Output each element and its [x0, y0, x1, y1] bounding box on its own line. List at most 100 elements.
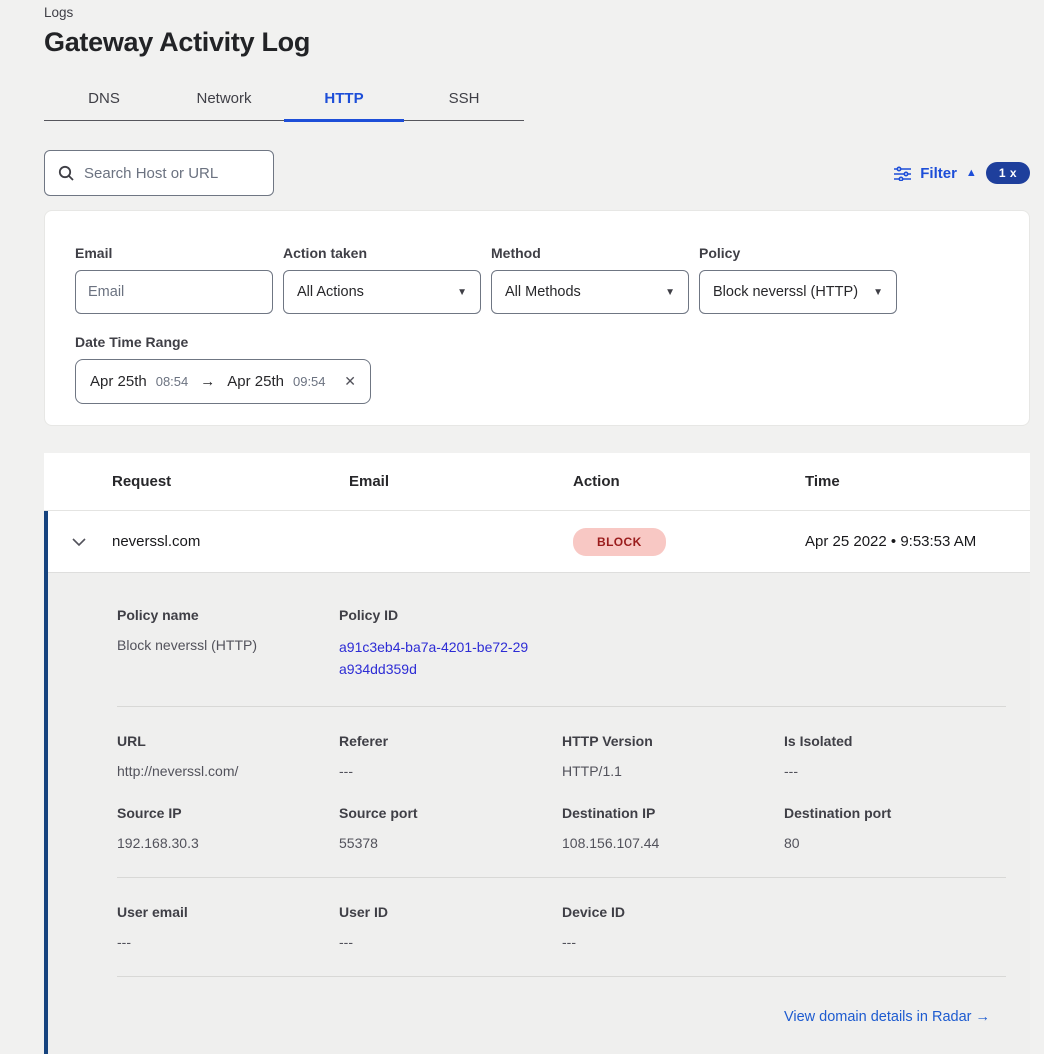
search-icon — [57, 164, 75, 182]
policy-filter-field: Policy Block neverssl (HTTP) ▼ — [699, 245, 897, 314]
expanded-row-group: neverssl.com BLOCK Apr 25 2022 • 9:53:53… — [44, 511, 1030, 1054]
policy-filter-select[interactable]: Block neverssl (HTTP) ▼ — [699, 270, 897, 314]
destination-ip-label: Destination IP — [562, 805, 784, 821]
source-ip-field: Source IP 192.168.30.3 — [117, 805, 339, 877]
filter-sliders-icon — [894, 166, 911, 181]
user-section: User email --- User ID --- Device ID --- — [48, 878, 1030, 976]
tab-network[interactable]: Network — [164, 80, 284, 120]
policy-section: Policy name Block neverssl (HTTP) Policy… — [48, 607, 1030, 706]
breadcrumb[interactable]: Logs — [44, 0, 1030, 20]
policy-name-label: Policy name — [117, 607, 339, 623]
source-port-value: 55378 — [339, 835, 562, 851]
method-filter-label: Method — [491, 245, 689, 261]
user-email-label: User email — [117, 904, 339, 920]
policy-name-field: Policy name Block neverssl (HTTP) — [117, 607, 339, 706]
filter-count-badge[interactable]: 1 x — [986, 162, 1030, 184]
start-date[interactable]: Apr 25th — [90, 373, 147, 390]
source-port-label: Source port — [339, 805, 562, 821]
email-filter-field: Email — [75, 245, 273, 314]
destination-ip-value: 108.156.107.44 — [562, 835, 784, 851]
action-filter-field: Action taken All Actions ▼ — [283, 245, 481, 314]
device-id-value: --- — [562, 934, 784, 950]
table-header-row: Request Email Action Time — [44, 453, 1030, 511]
row-details-panel: Policy name Block neverssl (HTTP) Policy… — [48, 573, 1030, 1054]
action-filter-value: All Actions — [297, 284, 364, 300]
arrow-right-icon: → — [197, 373, 218, 390]
end-time[interactable]: 09:54 — [293, 374, 326, 389]
date-range-label: Date Time Range — [75, 334, 999, 350]
method-filter-value: All Methods — [505, 284, 581, 300]
device-id-label: Device ID — [562, 904, 784, 920]
radar-link[interactable]: View domain details in Radar → — [784, 1009, 990, 1025]
destination-port-value: 80 — [784, 835, 1006, 851]
referer-value: --- — [339, 763, 562, 779]
filter-cluster[interactable]: Filter ▲ 1 x — [894, 162, 1030, 184]
status-badge: BLOCK — [573, 528, 666, 556]
request-cell: neverssl.com — [48, 533, 349, 550]
user-id-field: User ID --- — [339, 904, 562, 976]
date-range-field: Date Time Range Apr 25th 08:54 → Apr 25t… — [75, 334, 999, 404]
action-cell: BLOCK — [573, 528, 805, 556]
tab-dns[interactable]: DNS — [44, 80, 164, 120]
date-range-picker[interactable]: Apr 25th 08:54 → Apr 25th 09:54 ✕ — [75, 359, 371, 404]
toolbar: Filter ▲ 1 x — [44, 150, 1030, 196]
is-isolated-value: --- — [784, 763, 1006, 779]
referer-field: Referer --- — [339, 733, 562, 805]
column-header-email: Email — [349, 473, 573, 490]
policy-id-link[interactable]: a91c3eb4-ba7a-4201-be72-29a934dd359d — [339, 637, 531, 680]
tab-http[interactable]: HTTP — [284, 80, 404, 120]
destination-ip-field: Destination IP 108.156.107.44 — [562, 805, 784, 877]
referer-label: Referer — [339, 733, 562, 749]
user-id-value: --- — [339, 934, 562, 950]
policy-filter-label: Policy — [699, 245, 897, 261]
end-date[interactable]: Apr 25th — [227, 373, 284, 390]
tab-ssh[interactable]: SSH — [404, 80, 524, 120]
user-id-label: User ID — [339, 904, 562, 920]
url-field: URL http://neverssl.com/ — [117, 733, 339, 805]
source-port-field: Source port 55378 — [339, 805, 562, 877]
policy-name-value: Block neverssl (HTTP) — [117, 637, 339, 653]
chevron-down-icon: ▼ — [457, 287, 467, 298]
url-label: URL — [117, 733, 339, 749]
activity-log-table: Request Email Action Time neverssl.com B… — [44, 453, 1030, 1054]
log-type-tabs: DNS Network HTTP SSH — [44, 80, 524, 121]
email-filter-label: Email — [75, 245, 273, 261]
filter-panel: Email Action taken All Actions ▼ Method … — [44, 210, 1030, 426]
device-id-field: Device ID --- — [562, 904, 784, 976]
chevron-down-icon[interactable] — [72, 537, 86, 546]
chevron-down-icon: ▼ — [873, 287, 883, 298]
http-version-label: HTTP Version — [562, 733, 784, 749]
user-email-value: --- — [117, 934, 339, 950]
policy-filter-value: Block neverssl (HTTP) — [713, 284, 858, 300]
destination-port-label: Destination port — [784, 805, 1006, 821]
is-isolated-field: Is Isolated --- — [784, 733, 1006, 805]
search-input[interactable] — [84, 165, 261, 182]
time-cell: Apr 25 2022 • 9:53:53 AM — [805, 533, 1030, 550]
is-isolated-label: Is Isolated — [784, 733, 1006, 749]
column-header-time: Time — [805, 473, 1030, 490]
caret-up-icon: ▲ — [966, 167, 977, 179]
action-filter-select[interactable]: All Actions ▼ — [283, 270, 481, 314]
gateway-activity-log-page: Logs Gateway Activity Log DNS Network HT… — [0, 0, 1044, 1054]
email-filter-input[interactable] — [75, 270, 273, 314]
table-row[interactable]: neverssl.com BLOCK Apr 25 2022 • 9:53:53… — [48, 511, 1030, 573]
close-icon[interactable]: ✕ — [344, 373, 356, 390]
radar-link-row: View domain details in Radar → — [48, 977, 1030, 1026]
column-header-request: Request — [44, 473, 349, 490]
source-ip-value: 192.168.30.3 — [117, 835, 339, 851]
policy-id-field: Policy ID a91c3eb4-ba7a-4201-be72-29a934… — [339, 607, 562, 706]
filter-fields-row: Email Action taken All Actions ▼ Method … — [75, 245, 999, 314]
page-title: Gateway Activity Log — [44, 27, 1030, 58]
method-filter-field: Method All Methods ▼ — [491, 245, 689, 314]
start-time[interactable]: 08:54 — [156, 374, 189, 389]
chevron-down-icon: ▼ — [665, 287, 675, 298]
filter-button-label[interactable]: Filter — [920, 165, 957, 182]
search-box[interactable] — [44, 150, 274, 196]
method-filter-select[interactable]: All Methods ▼ — [491, 270, 689, 314]
url-value: http://neverssl.com/ — [117, 763, 339, 779]
request-details-section: URL http://neverssl.com/ Referer --- HTT… — [48, 707, 1030, 877]
action-filter-label: Action taken — [283, 245, 481, 261]
user-email-field: User email --- — [117, 904, 339, 976]
policy-id-label: Policy ID — [339, 607, 562, 623]
http-version-value: HTTP/1.1 — [562, 763, 784, 779]
